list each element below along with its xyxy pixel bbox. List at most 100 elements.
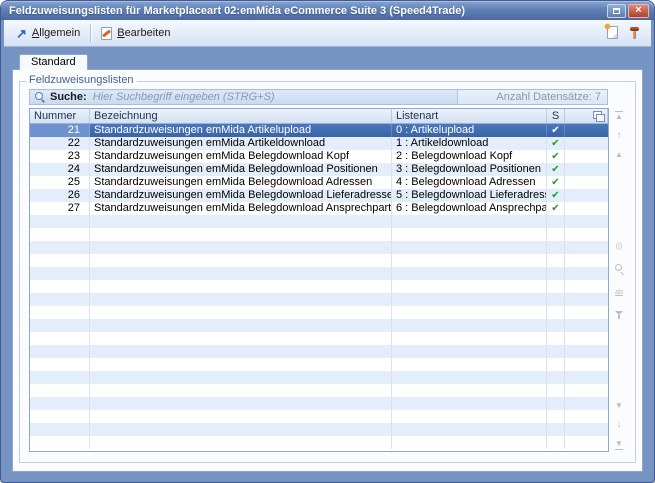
grid-row-27[interactable]: 27Standardzuweisungen emMida Belegdownlo…	[30, 202, 608, 215]
column-header-s[interactable]: S	[547, 109, 565, 123]
grid-row-empty	[30, 215, 608, 228]
grid-row-23[interactable]: 23Standardzuweisungen emMida Belegdownlo…	[30, 150, 608, 163]
cell-bezeichnung	[90, 306, 392, 319]
close-button[interactable]: ×	[628, 4, 649, 18]
grid-area: Nummer Bezeichnung Listenart S 21Standar…	[29, 108, 629, 452]
column-header-listenart[interactable]: Listenart	[392, 109, 547, 123]
grid-row-empty	[30, 371, 608, 384]
grid-row-22[interactable]: 22Standardzuweisungen emMida Artikeldown…	[30, 137, 608, 150]
cell-listenart	[392, 293, 547, 306]
filter-icon[interactable]	[612, 309, 626, 321]
cell-s	[547, 397, 565, 410]
cell-nummer	[30, 280, 90, 293]
move-up-icon[interactable]: ↑	[612, 130, 626, 142]
cell-s	[547, 332, 565, 345]
check-icon: ✔	[551, 138, 559, 149]
cell-listenart	[392, 267, 547, 280]
grid-row-empty	[30, 306, 608, 319]
cell-s: ✔	[547, 176, 565, 189]
cell-nummer: 23	[30, 150, 90, 163]
go-first-icon[interactable]: ▲	[612, 111, 626, 123]
cell-listenart	[392, 410, 547, 423]
grid-header: Nummer Bezeichnung Listenart S	[30, 109, 608, 124]
cell-listenart: 0 : Artikelupload	[392, 124, 547, 137]
grid-row-24[interactable]: 24Standardzuweisungen emMida Belegdownlo…	[30, 163, 608, 176]
cell-listenart: 2 : Belegdownload Kopf	[392, 150, 547, 163]
cell-listenart: 5 : Belegdownload Lieferadressen	[392, 189, 547, 202]
go-last-icon[interactable]: ▼	[612, 438, 626, 450]
grip-icon[interactable]: (|)	[612, 240, 626, 252]
scroll-down-icon[interactable]: ▼	[612, 400, 626, 412]
cell-nummer	[30, 319, 90, 332]
cell-listenart: 3 : Belegdownload Positionen	[392, 163, 547, 176]
cell-nummer	[30, 215, 90, 228]
cell-nummer	[30, 436, 90, 449]
search-input[interactable]: Hier Suchbegriff eingeben (STRG+S)	[93, 91, 457, 103]
check-icon: ✔	[551, 151, 559, 162]
cell-nummer	[30, 267, 90, 280]
cell-s: ✔	[547, 124, 565, 137]
cell-listenart	[392, 384, 547, 397]
cell-s: ✔	[547, 202, 565, 215]
window-body: Standard Feldzuweisungslisten Suche: Hie…	[5, 48, 650, 478]
new-document-icon[interactable]	[607, 26, 618, 39]
cell-listenart	[392, 436, 547, 449]
column-header-bezeichnung[interactable]: Bezeichnung	[90, 109, 392, 123]
hammer-tools-icon[interactable]	[628, 26, 641, 40]
cell-s	[547, 306, 565, 319]
cell-s	[547, 254, 565, 267]
cell-listenart	[392, 228, 547, 241]
cell-bezeichnung	[90, 267, 392, 280]
cell-s	[547, 215, 565, 228]
grid-row-empty	[30, 397, 608, 410]
cell-bezeichnung	[90, 423, 392, 436]
column-header-nummer[interactable]: Nummer	[30, 109, 90, 123]
cell-bezeichnung: Standardzuweisungen emMida Belegdownload…	[90, 163, 392, 176]
grid-row-empty	[30, 280, 608, 293]
cell-listenart	[392, 306, 547, 319]
close-icon: ×	[635, 5, 641, 16]
cell-nummer: 21	[30, 124, 90, 137]
cell-listenart	[392, 332, 547, 345]
cell-bezeichnung	[90, 215, 392, 228]
cell-nummer: 25	[30, 176, 90, 189]
cell-s	[547, 267, 565, 280]
cell-nummer	[30, 410, 90, 423]
cell-s: ✔	[547, 189, 565, 202]
tab-standard[interactable]: Standard	[19, 54, 88, 70]
cell-nummer	[30, 254, 90, 267]
move-down-icon[interactable]: ↓	[612, 419, 626, 431]
cell-s	[547, 410, 565, 423]
menu-bearbeiten[interactable]: Bearbeiten	[93, 22, 178, 44]
grid-row-26[interactable]: 26Standardzuweisungen emMida Belegdownlo…	[30, 189, 608, 202]
grid-row-25[interactable]: 25Standardzuweisungen emMida Belegdownlo…	[30, 176, 608, 189]
toolbar-separator	[90, 24, 91, 42]
copy-icon[interactable]	[593, 111, 604, 122]
cell-s	[547, 345, 565, 358]
grid-row-empty	[30, 293, 608, 306]
cell-nummer: 22	[30, 137, 90, 150]
cell-listenart	[392, 397, 547, 410]
scroll-up-icon[interactable]: ▲	[612, 149, 626, 161]
restore-button[interactable]	[607, 4, 626, 18]
cell-s	[547, 371, 565, 384]
cell-bezeichnung: Standardzuweisungen emMida Belegdownload…	[90, 150, 392, 163]
grid-row-empty	[30, 254, 608, 267]
menu-allgemein[interactable]: ↗ Allgemein	[8, 22, 88, 44]
cell-listenart	[392, 254, 547, 267]
check-icon: ✔	[551, 203, 559, 214]
grid-navigator: ▲ ↑ ▲ (|) ab ▼ ↓ ▼	[609, 108, 629, 452]
cell-bezeichnung: Standardzuweisungen emMida Belegdownload…	[90, 176, 392, 189]
titlebar: Feldzuweisungslisten für Marketplaceart …	[1, 1, 654, 20]
edit-find-icon[interactable]: ab	[612, 286, 626, 298]
grid-row-empty	[30, 410, 608, 423]
grid-row-empty	[30, 436, 608, 449]
cell-nummer	[30, 306, 90, 319]
cell-listenart: 4 : Belegdownload Adressen	[392, 176, 547, 189]
cell-s	[547, 319, 565, 332]
search-icon[interactable]	[612, 263, 626, 275]
cell-bezeichnung: Standardzuweisungen emMida Artikeldownlo…	[90, 137, 392, 150]
groupbox-label: Feldzuweisungslisten	[26, 74, 137, 86]
grid-row-21[interactable]: 21Standardzuweisungen emMida Artikeluplo…	[30, 124, 608, 137]
navigator-bottom: ▼ ↓ ▼	[612, 400, 626, 450]
